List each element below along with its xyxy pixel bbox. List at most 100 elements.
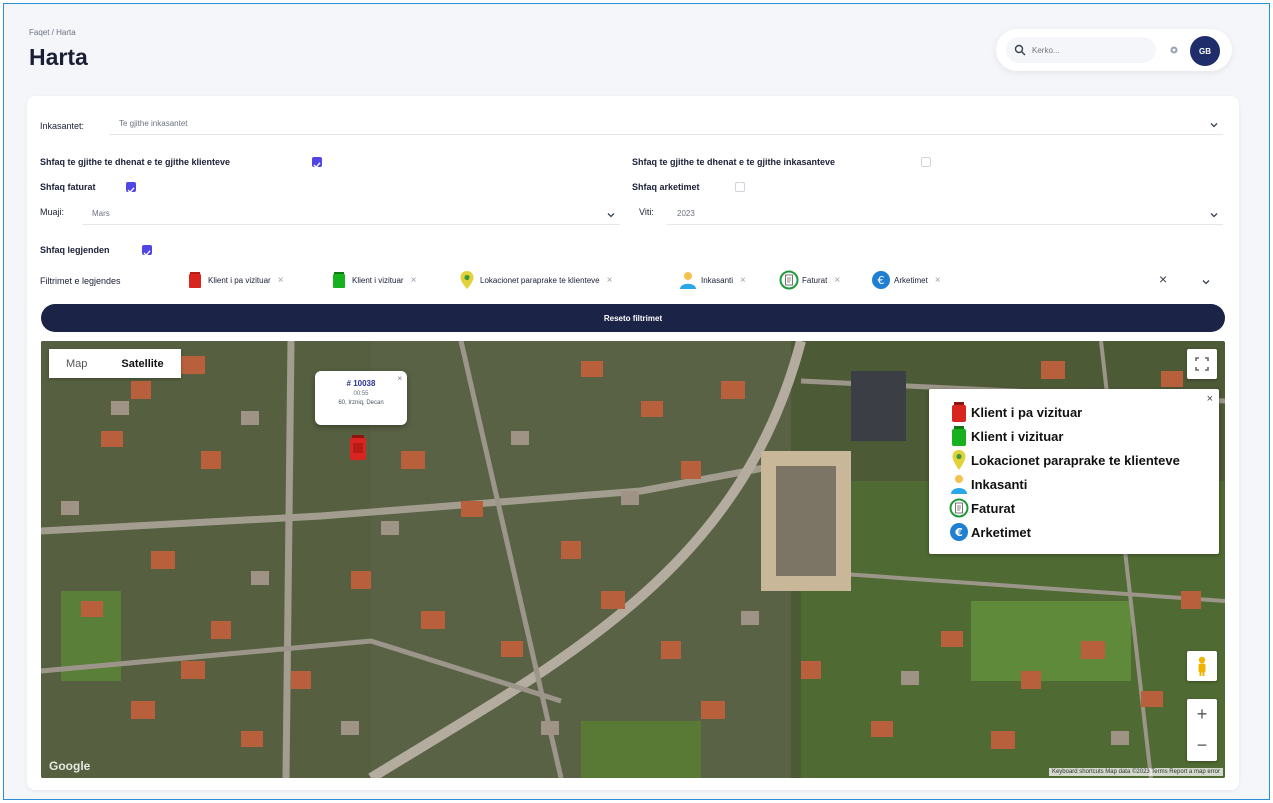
- street-view-button[interactable]: [1187, 651, 1217, 681]
- fullscreen-button[interactable]: [1187, 349, 1217, 379]
- fullscreen-icon: [1195, 357, 1209, 371]
- legend-label: Klient i pa vizituar: [971, 404, 1083, 420]
- top-toolbar: GB: [996, 29, 1232, 71]
- remove-chip-icon[interactable]: ×: [278, 275, 284, 286]
- check-icon: [127, 187, 135, 194]
- info-window-sub: 00:55: [353, 391, 369, 397]
- reset-filters-button[interactable]: Reseto filtrimet: [41, 304, 1225, 332]
- map-type-control: Map Satellite: [49, 349, 181, 378]
- show-receipts-checkbox[interactable]: [735, 182, 745, 192]
- close-icon[interactable]: ×: [397, 374, 402, 383]
- remove-chip-icon[interactable]: ×: [607, 275, 613, 286]
- legend-label: Lokacionet paraprake te klienteve: [971, 452, 1180, 468]
- show-all-collectors-label: Shfaq te gjithe te dhenat e te gjithe in…: [632, 157, 836, 167]
- euro-coin-icon: €: [950, 523, 968, 541]
- euro-coin-icon: €: [872, 271, 890, 289]
- collector-person-icon: [951, 475, 967, 494]
- collectors-select-value: Te gjithe inkasantet: [119, 119, 188, 128]
- map-legend: × Klient i pa vizituar Klient i vizituar…: [929, 389, 1219, 554]
- chevron-down-icon: [607, 213, 615, 218]
- chevron-down-icon: [1210, 123, 1218, 128]
- legend-label: Inkasanti: [971, 476, 1028, 492]
- legend-label: Faturat: [971, 500, 1016, 516]
- page-title: Harta: [29, 44, 88, 70]
- chip-collector[interactable]: Inkasanti ×: [678, 268, 746, 292]
- breadcrumb[interactable]: Faqet / Harta: [29, 28, 76, 37]
- collectors-select[interactable]: Te gjithe inkasantet: [109, 113, 1223, 135]
- chip-receipts[interactable]: € Arketimet ×: [871, 268, 941, 292]
- red-bin-icon: [189, 272, 201, 288]
- pegman-icon: [1198, 656, 1206, 676]
- show-all-clients-checkbox[interactable]: [312, 157, 322, 169]
- legend-item-previous-locations: Lokacionet paraprake te klienteve: [949, 449, 1180, 471]
- zoom-control: + −: [1187, 699, 1217, 761]
- info-window-address: 60, Irzniq, Decan: [338, 400, 384, 406]
- show-invoices-label: Shfaq faturat: [40, 182, 96, 192]
- red-bin-marker[interactable]: [347, 434, 369, 462]
- legend-label: Klient i vizituar: [971, 428, 1064, 444]
- map-type-map-button[interactable]: Map: [49, 349, 105, 378]
- close-legend-icon[interactable]: ×: [1207, 393, 1213, 405]
- zoom-in-button[interactable]: +: [1187, 699, 1217, 730]
- google-logo: Google: [49, 759, 91, 773]
- legend-label: Arketimet: [971, 524, 1031, 540]
- chip-label: Inkasanti: [701, 275, 734, 285]
- check-icon: [143, 250, 151, 257]
- map-filters-card: Inkasantet: Te gjithe inkasantet Shfaq t…: [27, 96, 1239, 790]
- search-input[interactable]: [1032, 41, 1150, 59]
- chip-previous-locations[interactable]: Lokacionet paraprake te klienteve ×: [457, 268, 612, 292]
- chip-invoices[interactable]: Faturat ×: [779, 268, 840, 292]
- legend-item-collector: Inkasanti: [949, 473, 1027, 495]
- legend-item-unvisited: Klient i pa vizituar: [949, 401, 1082, 423]
- remove-chip-icon[interactable]: ×: [411, 275, 417, 286]
- search-icon: [1014, 44, 1026, 56]
- map-type-satellite-button[interactable]: Satellite: [104, 349, 181, 378]
- chip-label: Lokacionet paraprake te klienteve: [480, 275, 600, 285]
- year-select[interactable]: 2023: [667, 203, 1223, 225]
- remove-chip-icon[interactable]: ×: [740, 275, 746, 286]
- chip-visited-client[interactable]: Klient i vizituar ×: [329, 268, 416, 292]
- collectors-label: Inkasantet:: [40, 121, 85, 131]
- remove-chip-icon[interactable]: ×: [834, 275, 840, 286]
- invoice-icon: [779, 270, 799, 290]
- svg-text:€: €: [878, 274, 885, 287]
- legend-filters-label: Filtrimet e legjendes: [40, 276, 121, 286]
- show-all-collectors-checkbox[interactable]: [921, 157, 931, 167]
- green-bin-icon: [333, 272, 345, 288]
- settings-icon[interactable]: [1169, 45, 1179, 55]
- chip-label: Klient i pa vizituar: [208, 275, 271, 285]
- show-receipts-label: Shfaq arketimet: [632, 182, 700, 192]
- month-select[interactable]: Mars: [82, 203, 620, 225]
- check-icon: [313, 162, 321, 169]
- map-view[interactable]: Map Satellite × # 10038 00:55 60, Irzniq…: [41, 341, 1225, 778]
- month-label: Muaji:: [40, 207, 65, 217]
- app-frame: Faqet / Harta Harta GB Inkasantet: Te gj…: [3, 3, 1270, 800]
- chevron-down-icon[interactable]: [1201, 277, 1211, 287]
- clear-all-icon[interactable]: ×: [1159, 271, 1167, 287]
- legend-item-receipts: € Arketimet: [949, 521, 1031, 543]
- year-label: Viti:: [639, 207, 654, 217]
- svg-text:€: €: [954, 526, 963, 539]
- search-box[interactable]: [1006, 37, 1156, 63]
- chip-label: Klient i vizituar: [352, 275, 404, 285]
- year-select-value: 2023: [677, 209, 695, 218]
- chip-label: Arketimet: [894, 275, 928, 285]
- remove-chip-icon[interactable]: ×: [935, 275, 941, 286]
- avatar[interactable]: GB: [1190, 36, 1220, 66]
- zoom-out-button[interactable]: −: [1187, 730, 1217, 761]
- legend-item-invoices: Faturat: [949, 497, 1015, 519]
- info-window[interactable]: × # 10038 00:55 60, Irzniq, Decan: [315, 371, 407, 425]
- show-all-clients-label: Shfaq te gjithe te dhenat e te gjithe kl…: [40, 157, 231, 167]
- show-invoices-checkbox[interactable]: [126, 182, 136, 194]
- location-pin-icon: [460, 271, 474, 289]
- legend-item-visited: Klient i vizituar: [949, 425, 1063, 447]
- map-attribution[interactable]: Keyboard shortcuts Map data ©2023 Terms …: [1048, 768, 1223, 776]
- show-legend-label: Shfaq legjenden: [40, 245, 110, 255]
- chip-label: Faturat: [802, 275, 828, 285]
- location-pin-icon: [952, 450, 966, 470]
- green-bin-icon: [952, 426, 966, 446]
- show-legend-checkbox[interactable]: [142, 245, 152, 257]
- month-select-value: Mars: [92, 209, 110, 218]
- chevron-down-icon: [1210, 213, 1218, 218]
- chip-unvisited-client[interactable]: Klient i pa vizituar ×: [185, 268, 284, 292]
